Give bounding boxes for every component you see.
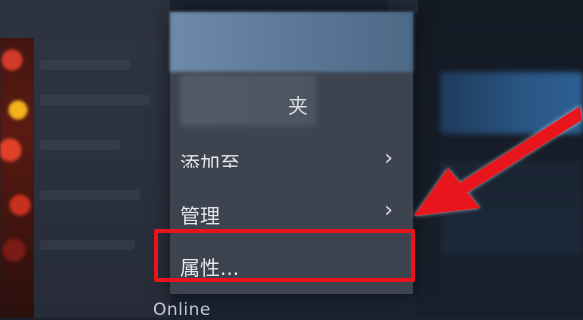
game-list-row bbox=[40, 240, 135, 250]
menu-item-manage-label: 管理 bbox=[180, 204, 220, 228]
highlight-box bbox=[154, 229, 415, 282]
online-status-text: Online bbox=[153, 300, 211, 320]
menu-item-partial[interactable]: 夹 bbox=[170, 78, 413, 130]
chevron-right-icon: › bbox=[384, 146, 393, 171]
game-list-row bbox=[40, 140, 120, 150]
menu-item-partial-label: 夹 bbox=[288, 94, 308, 118]
red-arrow-icon bbox=[414, 106, 582, 216]
context-menu-header bbox=[170, 12, 413, 72]
library-sidebar-header bbox=[0, 0, 170, 38]
chevron-right-icon: › bbox=[384, 198, 393, 223]
menu-item-add-to-label: 添加至 bbox=[180, 152, 240, 176]
game-list-row bbox=[40, 190, 140, 200]
game-list-row bbox=[40, 95, 150, 105]
menu-item-add-to[interactable]: 添加至 › bbox=[170, 136, 413, 188]
game-list-row bbox=[40, 60, 130, 70]
game-thumbnail-strip bbox=[0, 0, 34, 318]
library-sidebar bbox=[34, 0, 170, 318]
